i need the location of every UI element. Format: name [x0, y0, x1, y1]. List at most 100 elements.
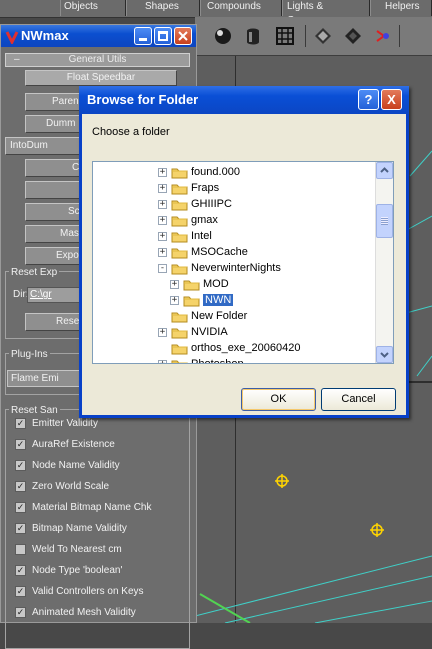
expand-icon[interactable]: +	[158, 183, 167, 193]
helper-marker[interactable]	[370, 522, 384, 537]
tab-objects[interactable]: Objects	[60, 0, 126, 16]
diamond-filled-icon[interactable]	[343, 26, 363, 46]
folder-tree-item[interactable]: - NeverwinterNights	[158, 260, 281, 276]
maximize-button[interactable]	[154, 27, 172, 45]
folder-tree-item[interactable]: + found.000	[158, 164, 240, 180]
tab-lights-cameras[interactable]: Lights & Cameras	[282, 0, 370, 26]
folder-tree[interactable]: + found.000 + Fraps + GHIIIPC + gmax + Intel + MSOC…	[92, 161, 394, 364]
folder-label: GHIIIPC	[191, 198, 232, 210]
folder-label: found.000	[191, 166, 240, 178]
sanity-check-item[interactable]: ✓ Node Type 'boolean'	[15, 562, 122, 578]
cylinder-icon[interactable]	[243, 26, 263, 46]
folder-label: gmax	[191, 214, 218, 226]
folder-icon	[171, 246, 188, 259]
sanity-check-item[interactable]: ✓ Animated Mesh Validity	[15, 604, 136, 620]
nwmax-titlebar[interactable]: NWmax	[1, 25, 196, 47]
tab-compounds[interactable]: Compounds	[200, 0, 282, 16]
chevron-up-icon	[380, 167, 389, 173]
expand-icon[interactable]: +	[158, 215, 167, 225]
collapse-icon[interactable]: -	[158, 263, 167, 273]
sanity-check-label: Animated Mesh Validity	[32, 606, 136, 618]
expand-icon[interactable]: +	[170, 295, 179, 305]
rollout-general-utils[interactable]: – General Utils	[5, 53, 190, 67]
sanity-check-item[interactable]: ✓ Zero World Scale	[15, 478, 109, 494]
checkbox-checked-icon[interactable]: ✓	[15, 459, 26, 471]
sanity-check-item[interactable]: ✓ Valid Controllers on Keys	[15, 583, 144, 599]
bone-icon[interactable]	[373, 26, 393, 46]
checkbox-checked-icon[interactable]: ✓	[15, 585, 26, 597]
checkbox-checked-icon[interactable]: ✓	[15, 480, 26, 492]
folder-icon	[171, 310, 188, 323]
expand-icon[interactable]: +	[158, 231, 167, 241]
folder-label: Fraps	[191, 182, 220, 194]
folder-tree-item[interactable]: + gmax	[158, 212, 218, 228]
sanity-check-item[interactable]: ✓ Node Name Validity	[15, 457, 120, 473]
diamond-icon[interactable]	[313, 26, 333, 46]
expand-icon[interactable]: +	[158, 247, 167, 257]
checkbox-checked-icon[interactable]: ✓	[15, 501, 26, 513]
sanity-check-item[interactable]: ✓ Bitmap Name Validity	[15, 520, 127, 536]
folder-label: New Folder	[191, 310, 248, 322]
sanity-check-item[interactable]: Weld To Nearest cm	[15, 541, 122, 557]
close-button[interactable]	[174, 27, 192, 45]
folder-label: MOD	[203, 278, 229, 290]
checkbox-unchecked-icon[interactable]	[15, 543, 26, 555]
tab-shapes[interactable]: Shapes	[126, 0, 200, 16]
expand-icon[interactable]: +	[158, 359, 167, 363]
browse-folder-dialog: Browse for Folder ? X Choose a folder + f…	[79, 86, 409, 418]
folder-tree-item[interactable]: New Folder	[158, 308, 247, 324]
folder-tree-item[interactable]: + Fraps	[158, 180, 219, 196]
tab-helpers[interactable]: Helpers	[370, 0, 432, 16]
folder-icon	[183, 294, 200, 307]
help-button[interactable]: ?	[358, 89, 379, 110]
scroll-up-button[interactable]	[376, 162, 393, 179]
folder-tree-item[interactable]: + Intel	[158, 228, 212, 244]
cancel-button[interactable]: Cancel	[321, 388, 396, 411]
checkbox-checked-icon[interactable]: ✓	[15, 606, 26, 618]
folder-label: MSOCache	[191, 246, 248, 258]
folder-icon	[171, 342, 188, 355]
expand-icon[interactable]: +	[170, 279, 179, 289]
folder-label: NeverwinterNights	[191, 262, 281, 274]
checkbox-checked-icon[interactable]: ✓	[15, 564, 26, 576]
sanity-check-label: Material Bitmap Name Chk	[32, 501, 152, 513]
expand-icon[interactable]: +	[158, 327, 167, 337]
folder-tree-item[interactable]: + MOD	[170, 276, 229, 292]
helper-marker[interactable]	[275, 473, 289, 488]
sanity-check-label: Valid Controllers on Keys	[32, 585, 144, 597]
folder-label: NWN	[203, 294, 234, 306]
dialog-titlebar[interactable]: Browse for Folder ? X	[79, 86, 409, 114]
grid-icon[interactable]	[275, 26, 295, 46]
checkbox-checked-icon[interactable]: ✓	[15, 438, 26, 450]
rollout-collapse-icon: –	[14, 54, 20, 65]
expand-icon[interactable]: +	[158, 199, 167, 209]
checkbox-checked-icon[interactable]: ✓	[15, 417, 26, 429]
checkbox-checked-icon[interactable]: ✓	[15, 522, 26, 534]
tree-scrollbar[interactable]	[375, 162, 393, 363]
scroll-down-button[interactable]	[376, 346, 393, 363]
folder-icon	[171, 358, 188, 363]
expand-icon[interactable]: +	[158, 167, 167, 177]
ok-button[interactable]: OK	[241, 388, 316, 411]
folder-tree-item[interactable]: + MSOCache	[158, 244, 248, 260]
folder-tree-item[interactable]: + GHIIIPC	[158, 196, 232, 212]
sanity-check-item[interactable]: ✓ AuraRef Existence	[15, 436, 115, 452]
folder-icon	[183, 278, 200, 291]
chevron-down-icon	[380, 352, 389, 358]
folder-icon	[171, 262, 188, 275]
float-speedbar-button[interactable]: Float Speedbar	[25, 70, 177, 86]
folder-tree-item[interactable]: + NWN	[170, 292, 234, 308]
sanity-check-label: Weld To Nearest cm	[32, 543, 122, 555]
scroll-thumb-grip	[381, 217, 388, 225]
sphere-icon[interactable]	[213, 26, 233, 46]
nwmax-title: NWmax	[21, 28, 69, 43]
folder-tree-item[interactable]: orthos_exe_20060420	[158, 340, 300, 356]
folder-tree-item[interactable]: + NVIDIA	[158, 324, 228, 340]
sanity-check-item[interactable]: ✓ Material Bitmap Name Chk	[15, 499, 151, 515]
minimize-button[interactable]	[134, 27, 152, 45]
folder-tree-item[interactable]: + Photoshop	[158, 356, 244, 363]
sanity-check-label: Node Name Validity	[32, 459, 120, 471]
dialog-close-button[interactable]: X	[381, 89, 402, 110]
folder-label: NVIDIA	[191, 326, 228, 338]
scroll-thumb[interactable]	[376, 204, 393, 238]
